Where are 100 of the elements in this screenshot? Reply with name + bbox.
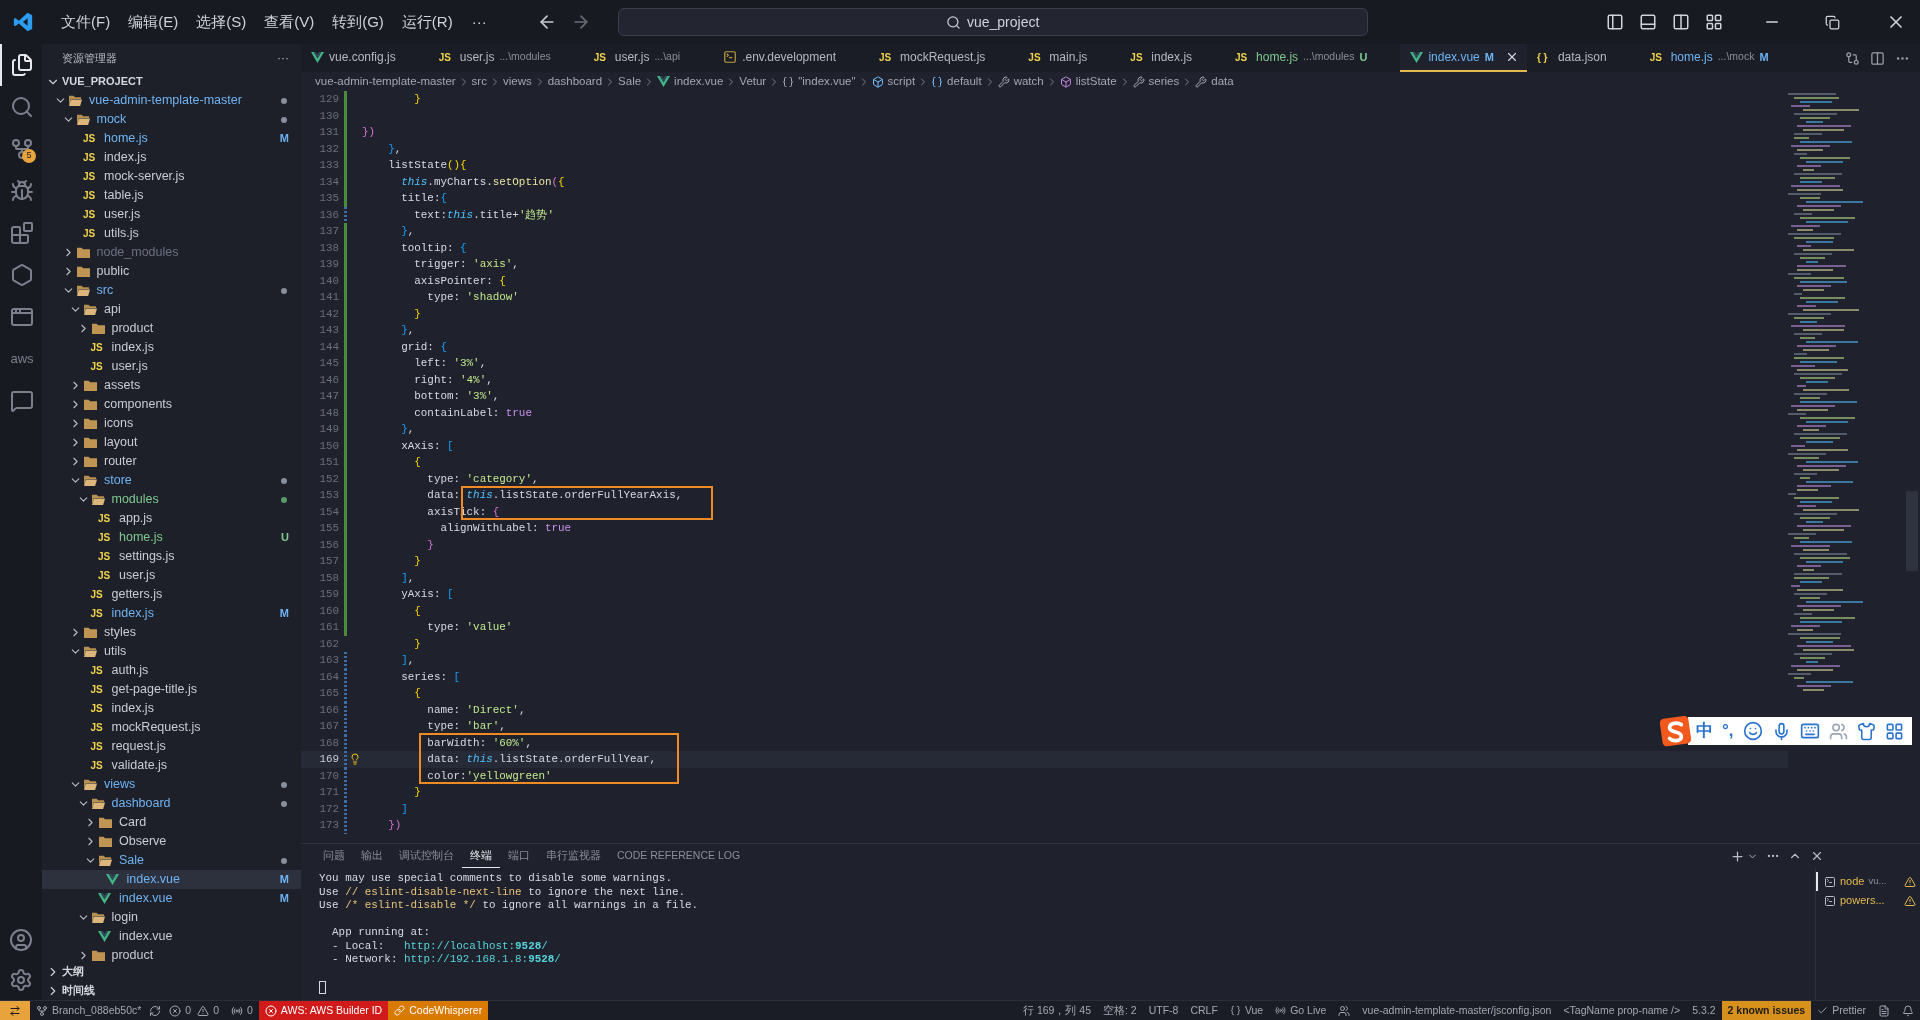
editor-tab[interactable]: JS main.js — [1018, 44, 1121, 72]
toggle-panel-icon[interactable] — [1639, 13, 1657, 31]
breadcrumb-item[interactable]: views — [502, 72, 532, 91]
toggle-sidebar-icon[interactable] — [1606, 13, 1624, 31]
folder-name[interactable]: dashboard — [111, 794, 171, 813]
folder-name[interactable]: src — [96, 281, 114, 300]
breadcrumb-item[interactable]: watch — [1013, 72, 1044, 91]
terminal-instance[interactable]: powers... — [1816, 891, 1920, 910]
toggle-secondary-sidebar-icon[interactable] — [1672, 13, 1690, 31]
file-name[interactable]: request.js — [111, 737, 166, 756]
menu-item[interactable]: 运行(R) — [392, 7, 462, 37]
status-item[interactable]: 空格: 2 — [1097, 1000, 1143, 1020]
editor-tab[interactable]: vue.config.js — [301, 44, 429, 72]
panel-tab[interactable]: CODE REFERENCE LOG — [609, 844, 749, 868]
file-name[interactable]: home.js — [104, 129, 148, 148]
file-name[interactable]: index.js — [111, 699, 154, 718]
file-name[interactable]: home.js — [119, 528, 163, 547]
folder-name[interactable]: Sale — [119, 851, 145, 870]
file-name[interactable]: app.js — [119, 509, 153, 528]
file-name[interactable]: index.vue — [119, 927, 173, 946]
file-name[interactable]: user.js — [104, 205, 141, 224]
breadcrumb-item[interactable]: script — [887, 72, 916, 91]
editor-tab[interactable]: JS mockRequest.js — [868, 44, 1019, 72]
editor-tab[interactable]: JS index.js — [1120, 44, 1226, 72]
editor-tab[interactable]: { } data.json — [1526, 44, 1640, 72]
keyboard-icon[interactable] — [1799, 721, 1820, 741]
panel-tab[interactable]: 串行监视器 — [538, 844, 609, 868]
status-item[interactable]: vue-admin-template-master/jsconfig.json — [1356, 1000, 1558, 1020]
folder-name[interactable]: views — [104, 775, 136, 794]
folder-name[interactable]: product — [111, 319, 154, 338]
status-item[interactable]: CRLF — [1184, 1000, 1224, 1020]
editor-tab[interactable]: JS user.js ...\modules — [428, 44, 584, 72]
breadcrumb-item[interactable]: listState — [1075, 72, 1117, 91]
breadcrumb-item[interactable]: data — [1211, 72, 1234, 91]
breadcrumb-item[interactable]: Sale — [618, 72, 642, 91]
editor-tab[interactable]: JS home.js ...\modules U — [1225, 44, 1401, 72]
folder-name[interactable]: styles — [104, 623, 136, 642]
source-control-activity-button[interactable]: 5 — [0, 128, 42, 170]
editor-tab[interactable]: .env.development — [713, 44, 869, 72]
file-name[interactable]: settings.js — [119, 547, 175, 566]
folder-name[interactable]: layout — [104, 433, 138, 452]
language-button[interactable]: Vue — [1223, 1000, 1270, 1020]
menu-item[interactable]: 文件(F) — [52, 7, 120, 37]
file-name[interactable]: index.vue — [126, 870, 180, 889]
breadcrumb-item[interactable]: index.vue — [674, 72, 724, 91]
file-name[interactable]: get-page-title.js — [111, 680, 197, 699]
more-actions[interactable]: ··· — [277, 49, 289, 67]
folder-name[interactable]: components — [104, 395, 173, 414]
folder-name[interactable]: utils — [104, 642, 127, 661]
file-name[interactable]: index.js — [104, 148, 147, 167]
panel-tab[interactable]: 输出 — [353, 844, 391, 868]
file-name[interactable]: user.js — [119, 566, 156, 585]
remote-button[interactable] — [0, 1000, 30, 1020]
go-live-button[interactable]: Go Live — [1269, 1000, 1333, 1020]
folder-name[interactable]: router — [104, 452, 137, 471]
folder-name[interactable]: api — [104, 300, 121, 319]
feedback-icon[interactable] — [1878, 1004, 1890, 1017]
problems-button[interactable]: 0 0 — [163, 1000, 225, 1020]
breadcrumb-item[interactable]: Vetur — [739, 72, 767, 91]
breadcrumb-item[interactable]: src — [471, 72, 487, 91]
punctuation-mode[interactable]: °, — [1722, 718, 1734, 744]
status-item[interactable]: 5.3.2 — [1686, 1000, 1722, 1020]
folder-name[interactable]: store — [104, 471, 132, 490]
aws-activity-button[interactable]: aws — [0, 338, 42, 380]
sync-icon[interactable] — [149, 1004, 162, 1017]
file-name[interactable]: auth.js — [111, 661, 149, 680]
terminal-instance[interactable]: node vu... — [1816, 872, 1920, 891]
folder-name[interactable]: assets — [104, 376, 141, 395]
menu-more[interactable]: ··· — [461, 10, 497, 34]
folder-name[interactable]: modules — [111, 490, 159, 509]
file-name[interactable]: index.vue — [119, 889, 173, 908]
prettier-button[interactable]: Prettier — [1811, 1000, 1872, 1020]
folder-name[interactable]: public — [96, 262, 130, 281]
file-name[interactable]: table.js — [104, 186, 144, 205]
editor-tab[interactable]: JS user.js ...\api — [583, 44, 714, 72]
issues-button[interactable]: 2 known issues — [1721, 1000, 1812, 1020]
search-field[interactable]: vue_project — [617, 8, 1368, 36]
input-mode[interactable]: 中 — [1696, 718, 1713, 744]
file-name[interactable]: utils.js — [104, 224, 139, 243]
shirt-icon[interactable] — [1856, 721, 1876, 741]
folder-name[interactable]: Card — [119, 813, 147, 832]
file-name[interactable]: mockRequest.js — [111, 718, 201, 737]
folder-name[interactable]: product — [111, 946, 154, 962]
menu-item[interactable]: 转到(G) — [323, 7, 393, 37]
editor-tab[interactable]: JS home.js ...\mock M — [1639, 44, 1802, 72]
folder-name[interactable]: mock — [96, 110, 127, 129]
breadcrumb-item[interactable]: "index.vue" — [798, 72, 856, 91]
file-name[interactable]: getters.js — [111, 585, 163, 604]
panel-tab[interactable]: 问题 — [315, 844, 353, 868]
folder-name[interactable]: login — [111, 908, 138, 927]
close-panel-icon[interactable] — [1810, 849, 1824, 863]
folder-name[interactable]: icons — [104, 414, 134, 433]
notifications-icon[interactable] — [1902, 1004, 1914, 1017]
file-name[interactable]: mock-server.js — [104, 167, 185, 186]
branch-button[interactable]: Branch_088eb50c* — [30, 1000, 148, 1020]
customize-layout-icon[interactable] — [1705, 13, 1723, 31]
menu-item[interactable]: 查看(V) — [255, 7, 324, 37]
editor-tab[interactable]: index.vue M — [1400, 44, 1527, 72]
project-header[interactable]: VUE_PROJECT — [62, 73, 143, 90]
folder-name[interactable]: Observe — [119, 832, 167, 851]
